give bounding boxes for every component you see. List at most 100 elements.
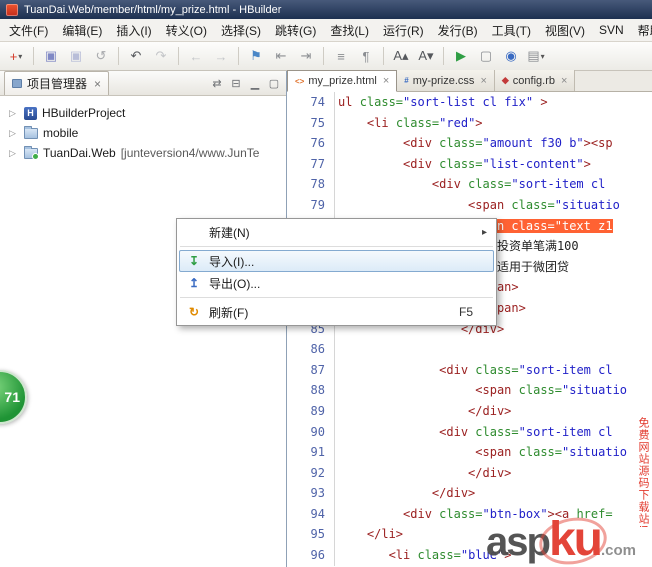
toolbar-separator [178, 47, 179, 65]
menubar-item-编辑(E)[interactable]: 编辑(E) [55, 19, 109, 42]
code-line-76[interactable]: 76 <div class="amount f30 b"><sp [287, 133, 652, 154]
terminal-icon[interactable]: ▢ [474, 45, 498, 68]
close-tab-icon[interactable]: × [480, 75, 486, 87]
previous-mark-icon[interactable]: ⇤ [269, 45, 293, 68]
code-text: </div> [335, 463, 511, 484]
comment-icon[interactable]: ¶ [354, 45, 378, 68]
toolbar-separator [33, 47, 34, 65]
minimize-view-icon[interactable]: ▁ [247, 77, 263, 90]
run-icon[interactable]: ▶ [449, 45, 473, 68]
menubar-item-发行(B)[interactable]: 发行(B) [431, 19, 485, 42]
code-lines: 74 ul class="sort-list cl fix" >75 <li cl… [287, 92, 652, 566]
code-text: <div class="sort-item cl [335, 422, 613, 443]
code-line-79[interactable]: 79 <span class="situatio [287, 194, 652, 216]
code-text: </div> [335, 483, 475, 504]
expand-arrow-icon[interactable]: ▷ [9, 128, 19, 139]
context-menu-item-刷新(F)[interactable]: ↻ 刷新(F) F5 [179, 301, 494, 323]
context-menu-item-新建(N)[interactable]: 新建(N) ▸ [179, 221, 494, 243]
new-file-icon[interactable]: + ▾ [4, 45, 28, 68]
line-number: 79 [287, 194, 335, 216]
toolbar-separator [323, 47, 324, 65]
tab-my-prize.css[interactable]: # my-prize.css × [397, 70, 495, 91]
code-token: class= [518, 383, 562, 398]
more-tools-icon[interactable]: ▤ ▾ [524, 45, 548, 68]
code-line-89[interactable]: 89 </div> [287, 400, 652, 422]
redo-icon[interactable]: ↷ [149, 45, 173, 68]
code-token: "sort-item cl [518, 424, 613, 439]
code-line-78[interactable]: 78 <div class="sort-item cl [287, 174, 652, 195]
code-line-88[interactable]: 88 <span class="situatio [287, 380, 652, 401]
menubar-item-文件(F)[interactable]: 文件(F) [2, 19, 55, 42]
menubar-item-帮助[interactable]: 帮助 [631, 19, 652, 42]
code-line-91[interactable]: 91 <span class="situatio [287, 442, 652, 463]
font-decrease-icon[interactable]: A▾ [414, 45, 438, 68]
menubar-item-查找(L)[interactable]: 查找(L) [323, 19, 376, 42]
code-text: <div class="list-content"> [335, 154, 591, 175]
tree-item-HBuilderProject[interactable]: ▷ H HBuilderProject [0, 103, 286, 123]
code-line-92[interactable]: 92 </div> [287, 462, 652, 484]
maximize-view-icon[interactable]: ▢ [266, 77, 282, 90]
close-tab-icon[interactable]: × [561, 75, 567, 87]
context-menu-item-导出(O)...[interactable]: ↥ 导出(O)... [179, 272, 494, 294]
refresh-file-icon[interactable]: ↺ [89, 45, 113, 68]
code-token: > [540, 95, 548, 109]
code-line-93[interactable]: 93 </div> [287, 483, 652, 504]
menubar-item-插入(I)[interactable]: 插入(I) [109, 19, 158, 42]
menubar-item-跳转(G)[interactable]: 跳转(G) [268, 19, 323, 42]
line-number: 78 [287, 174, 335, 195]
expand-arrow-icon[interactable]: ▷ [9, 108, 19, 119]
hbuilder-project-icon: H [24, 106, 37, 120]
code-token: > [475, 115, 483, 130]
tab-my_prize.html[interactable]: <> my_prize.html × [287, 70, 398, 92]
context-menu-item-导入(I)...[interactable]: ↧ 导入(I)... [179, 250, 494, 272]
reformat-icon[interactable]: ≡ [329, 45, 353, 68]
menubar-item-视图(V)[interactable]: 视图(V) [538, 19, 592, 42]
link-with-editor-icon[interactable]: ⇄ [209, 77, 225, 90]
line-number: 86 [287, 339, 335, 360]
code-line-75[interactable]: 75 <li class="red"> [287, 112, 652, 134]
hbuilder-logo-icon [6, 3, 18, 16]
code-line-74[interactable]: 74 ul class="sort-list cl fix" > [287, 92, 652, 113]
nav-forward-icon[interactable]: → [209, 45, 233, 68]
close-tab-icon[interactable]: × [383, 75, 389, 87]
code-token: class= [439, 156, 483, 171]
menubar-item-工具(T)[interactable]: 工具(T) [485, 19, 538, 42]
project-manager-tab[interactable]: 项目管理器 × [4, 71, 110, 95]
nav-back-icon[interactable]: ← [184, 45, 208, 68]
code-editor[interactable]: 74 ul class="sort-list cl fix" >75 <li cl… [287, 92, 652, 567]
code-token: <div [439, 424, 476, 439]
expand-arrow-icon[interactable]: ▷ [9, 148, 19, 159]
code-line-86[interactable]: 86 [287, 339, 652, 360]
menubar-item-运行(R)[interactable]: 运行(R) [376, 19, 431, 42]
code-token: class= [511, 197, 555, 212]
code-line-90[interactable]: 90 <div class="sort-item cl [287, 421, 652, 443]
toolbar-separator [443, 47, 444, 65]
code-token: class= [395, 115, 440, 130]
code-token: </div> [468, 465, 512, 480]
menubar-item-SVN[interactable]: SVN [592, 20, 631, 40]
font-increase-icon[interactable]: A▴ [389, 45, 413, 68]
close-panel-icon[interactable]: × [94, 78, 101, 90]
undo-icon[interactable]: ↶ [124, 45, 148, 68]
code-line-77[interactable]: 77 <div class="list-content"> [287, 153, 652, 175]
menubar-item-选择(S)[interactable]: 选择(S) [214, 19, 268, 42]
code-token: class= [417, 548, 461, 563]
tab-config.rb[interactable]: ◆ config.rb × [494, 70, 576, 91]
tree-item-TuanDai.Web[interactable]: ▷ TuanDai.Web [junteversion4/www.JunTe [0, 143, 286, 163]
line-number: 89 [287, 400, 335, 422]
collapse-all-icon[interactable]: ⊟ [228, 77, 244, 90]
menubar-item-转义(O)[interactable]: 转义(O) [159, 19, 214, 42]
next-mark-icon[interactable]: ⇥ [294, 45, 318, 68]
save-icon[interactable]: ▣ [39, 45, 63, 68]
tree-item-mobile[interactable]: ▷ mobile [0, 123, 286, 143]
line-number: 92 [287, 462, 335, 484]
code-token: class= [359, 95, 404, 109]
code-token: <span [475, 445, 519, 460]
save-all-icon[interactable]: ▣ [64, 45, 88, 68]
browser-icon[interactable]: ◉ [499, 45, 523, 68]
context-menu: 新建(N) ▸ ↧ 导入(I)... ↥ 导出(O)... ↻ 刷新(F) F5 [176, 218, 497, 326]
line-number: 76 [287, 133, 335, 154]
bookmark-icon[interactable]: ⚑ [244, 45, 268, 68]
html-file-icon: <> [295, 76, 305, 86]
code-line-87[interactable]: 87 <div class="sort-item cl [287, 359, 652, 381]
